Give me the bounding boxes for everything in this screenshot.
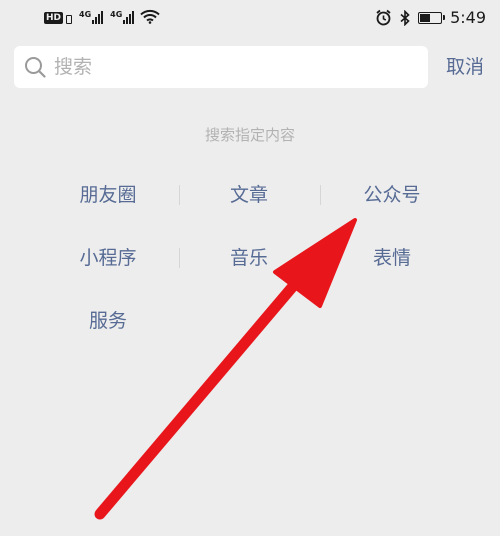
hd-badge: HD: [44, 12, 64, 24]
bluetooth-icon: [400, 9, 410, 26]
battery-fill: [420, 13, 431, 22]
category-mini-programs[interactable]: 小程序: [38, 245, 178, 271]
network-type-label: 4G: [110, 10, 123, 19]
category-services[interactable]: 服务: [38, 308, 178, 334]
network-signal-1: 4G: [79, 10, 104, 24]
battery-icon: [418, 11, 446, 24]
wifi-icon: [140, 9, 160, 24]
signal-bars-icon: [123, 11, 135, 24]
category-official-accounts[interactable]: 公众号: [322, 182, 462, 208]
category-articles[interactable]: 文章: [179, 182, 319, 208]
sim-icon: [66, 15, 73, 24]
status-left: HD 4G 4G: [44, 9, 160, 24]
network-signal-2: 4G: [110, 10, 135, 24]
status-time: 5:49: [450, 8, 486, 27]
cancel-button[interactable]: 取消: [436, 46, 494, 88]
alarm-clock-icon: [376, 9, 391, 26]
search-icon: [25, 57, 46, 78]
search-hint: 搜索指定内容: [204, 126, 295, 144]
category-moments[interactable]: 朋友圈: [38, 182, 178, 208]
network-type-label: 4G: [79, 10, 92, 19]
category-divider: [320, 185, 321, 205]
category-stickers[interactable]: 表情: [322, 245, 462, 271]
category-music[interactable]: 音乐: [179, 245, 319, 271]
status-bar: HD 4G 4G 5:49: [0, 0, 500, 36]
signal-bars-icon: [92, 11, 104, 24]
search-box[interactable]: [14, 46, 428, 88]
status-right: 5:49: [375, 8, 486, 27]
search-input[interactable]: [52, 55, 406, 79]
